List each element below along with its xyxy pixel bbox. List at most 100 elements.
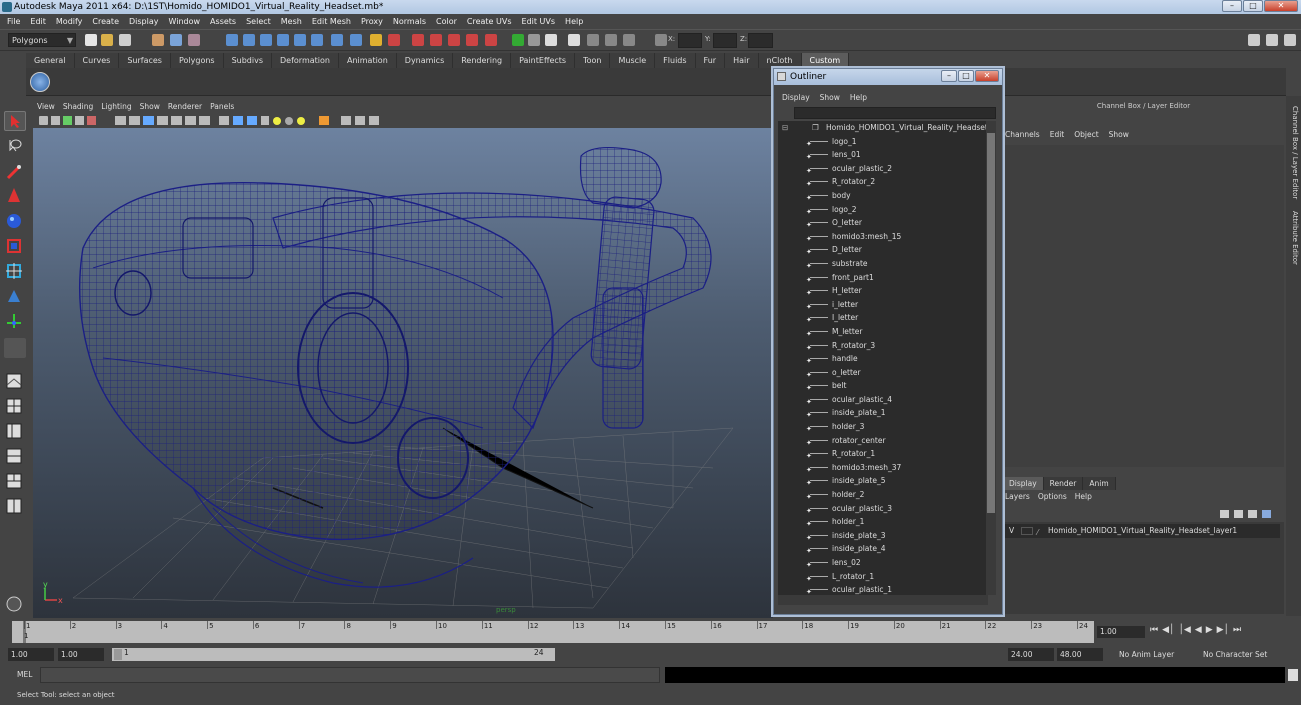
outliner-item[interactable]: ✦ inside_plate_3 — [778, 529, 988, 543]
anim-layer-dropdown[interactable]: No Anim Layer — [1116, 648, 1192, 661]
save-scene-icon[interactable] — [119, 34, 131, 46]
shelf-tab-muscle[interactable]: Muscle — [610, 53, 656, 68]
shelf-tab-hair[interactable]: Hair — [725, 53, 759, 68]
snap-live-icon[interactable] — [311, 34, 323, 46]
render-icon[interactable] — [568, 34, 580, 46]
character-set-dropdown[interactable]: No Character Set — [1200, 648, 1276, 661]
outliner-item[interactable]: ✦ homido3:mesh_37 — [778, 461, 988, 475]
outliner-item[interactable]: ✦ o_letter — [778, 366, 988, 380]
outliner-item[interactable]: ✦ belt — [778, 379, 988, 393]
viewport-menu-shading[interactable]: Shading — [63, 102, 93, 114]
shelf-tab-custom[interactable]: Custom — [801, 53, 850, 68]
render-settings-icon[interactable] — [448, 34, 460, 46]
outliner-item[interactable]: ✦ logo_2 — [778, 203, 988, 217]
outliner-item[interactable]: ✦ handle — [778, 352, 988, 366]
outliner-item[interactable]: ✦ front_part1 — [778, 271, 988, 285]
menu-color[interactable]: Color — [431, 17, 462, 26]
layer-tab-display[interactable]: Display — [1003, 477, 1044, 490]
shelf-tab-polygons[interactable]: Polygons — [170, 53, 224, 68]
rotate-tool-icon[interactable] — [4, 211, 26, 231]
input-ops-icon[interactable] — [388, 34, 400, 46]
outliner-item[interactable]: ✦ M_letter — [778, 325, 988, 339]
go-to-start-icon[interactable]: ⏮ — [1150, 625, 1158, 639]
paint-select-tool-icon[interactable] — [4, 162, 26, 182]
last-tool-icon[interactable] — [4, 338, 26, 358]
outliner-menu-help[interactable]: Help — [850, 91, 867, 104]
outliner-root-item[interactable]: ⊟ ❐ Homido_HOMIDO1_Virtual_Reality_Headset — [778, 121, 988, 135]
snap-view-plane-icon[interactable] — [277, 34, 289, 46]
menu-edit-mesh[interactable]: Edit Mesh — [307, 17, 356, 26]
layer-visibility-toggle[interactable]: V — [1009, 524, 1014, 538]
range-slider[interactable]: 1 24 — [112, 648, 555, 661]
shelf-tab-animation[interactable]: Animation — [338, 53, 397, 68]
outliner-item[interactable]: ✦ body — [778, 189, 988, 203]
snap-grid-icon[interactable] — [226, 34, 238, 46]
side-tab-attribute-editor[interactable]: Attribute Editor — [1288, 211, 1299, 265]
snap-curve-icon[interactable] — [243, 34, 255, 46]
shelf-tab-surfaces[interactable]: Surfaces — [119, 53, 171, 68]
menu-create[interactable]: Create — [87, 17, 124, 26]
x-field[interactable] — [678, 33, 702, 48]
construction-icon[interactable] — [350, 34, 362, 46]
outliner-item[interactable]: ✦ holder_3 — [778, 420, 988, 434]
outliner-item[interactable]: ✦ H_letter — [778, 284, 988, 298]
outliner-item[interactable]: ✦ ocular_plastic_4 — [778, 393, 988, 407]
channel-box-menu-edit[interactable]: Edit — [1050, 130, 1065, 142]
viewport-menu-show[interactable]: Show — [140, 102, 160, 114]
menu-file[interactable]: File — [2, 17, 25, 26]
command-input[interactable] — [40, 667, 660, 683]
show-attribute-editor-icon[interactable] — [1266, 34, 1278, 46]
outliner-scrollbar[interactable] — [986, 121, 996, 595]
menu-help[interactable]: Help — [560, 17, 588, 26]
playback-end-field[interactable]: 24.00 — [1008, 648, 1054, 661]
relative-mode-icon[interactable] — [528, 34, 540, 46]
universal-manip-icon[interactable] — [4, 261, 26, 281]
outliner-item[interactable]: ✦ D_letter — [778, 243, 988, 257]
outliner-item[interactable]: ✦ lens_01 — [778, 148, 988, 162]
outliner-item[interactable]: ✦ O_letter — [778, 216, 988, 230]
render-region-icon[interactable] — [4, 594, 26, 614]
history-icon[interactable] — [331, 34, 343, 46]
layer-type-box[interactable] — [1021, 527, 1033, 535]
viewport-menu-panels[interactable]: Panels — [210, 102, 234, 114]
menu-edit[interactable]: Edit — [25, 17, 51, 26]
channel-box-area[interactable] — [1003, 145, 1284, 467]
shelf-tab-toon[interactable]: Toon — [575, 53, 611, 68]
menu-edit-uvs[interactable]: Edit UVs — [517, 17, 561, 26]
menu-window[interactable]: Window — [164, 17, 206, 26]
input-line-icon[interactable] — [512, 34, 524, 46]
outliner-item[interactable]: ✦ inside_plate_5 — [778, 474, 988, 488]
outliner-item[interactable]: ✦ ocular_plastic_2 — [778, 162, 988, 176]
z-field[interactable] — [748, 33, 773, 48]
render-globals-icon[interactable] — [605, 34, 617, 46]
show-channel-box-icon[interactable] — [1248, 34, 1260, 46]
outliner-close-button[interactable]: ✕ — [975, 70, 999, 82]
viewport-menu-renderer[interactable]: Renderer — [168, 102, 202, 114]
show-manip-icon[interactable] — [4, 311, 26, 331]
outliner-item[interactable]: ✦ L_rotator_1 — [778, 570, 988, 584]
menu-normals[interactable]: Normals — [388, 17, 431, 26]
shelf-tab-general[interactable]: General — [26, 53, 75, 68]
outliner-hscrollbar[interactable] — [778, 595, 988, 605]
layer-tab-anim[interactable]: Anim — [1083, 477, 1116, 490]
lock-icon[interactable] — [370, 34, 382, 46]
lasso-tool-icon[interactable] — [4, 136, 26, 156]
outliner-item[interactable]: ✦ ocular_plastic_3 — [778, 502, 988, 516]
shelf-tab-subdivs[interactable]: Subdivs — [223, 53, 273, 68]
outliner-item[interactable]: ✦ R_rotator_2 — [778, 175, 988, 189]
camera-icon[interactable] — [623, 34, 635, 46]
outliner-item[interactable]: ✦ homido3:mesh_15 — [778, 230, 988, 244]
shelf-tab-fluids[interactable]: Fluids — [655, 53, 696, 68]
display-layer-row[interactable]: V ⁄ Homido_HOMIDO1_Virtual_Reality_Heads… — [1003, 524, 1280, 538]
shelf-tab-curves[interactable]: Curves — [74, 53, 120, 68]
shelf-tab-ncloth[interactable]: nCloth — [758, 53, 802, 68]
four-view-layout-icon[interactable] — [4, 396, 26, 416]
perspective-viewport[interactable]: x y persp — [33, 128, 773, 618]
outliner-item[interactable]: ✦ holder_1 — [778, 515, 988, 529]
sidebar-toggle-icon[interactable] — [545, 34, 557, 46]
step-back-key-icon[interactable]: ◀│ — [1162, 625, 1174, 639]
go-to-end-icon[interactable]: ⏭ — [1233, 625, 1241, 639]
shelf-tab-dynamics[interactable]: Dynamics — [396, 53, 454, 68]
outliner-maximize-button[interactable]: □ — [958, 70, 974, 82]
outliner-scroll-thumb[interactable] — [987, 133, 995, 513]
